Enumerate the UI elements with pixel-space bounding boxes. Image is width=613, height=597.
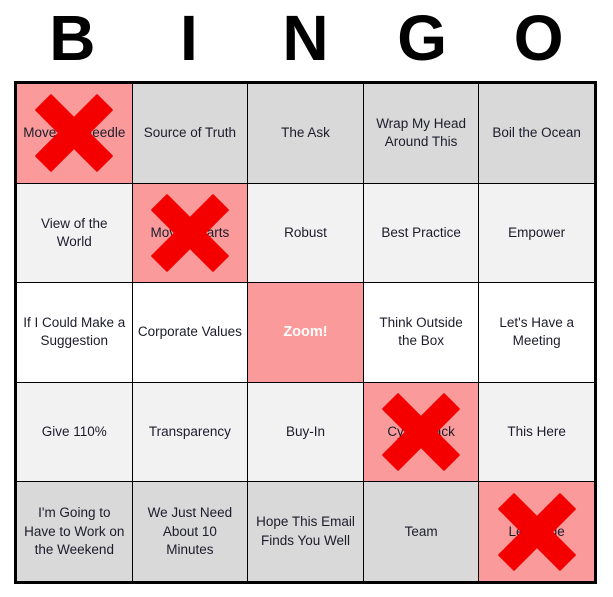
bingo-cell-label: Buy-In [285,423,325,439]
bingo-cell-label: Think Outside the Box [379,315,463,349]
header-letter-g: G [397,1,447,74]
bingo-cell-free-space[interactable]: Zoom! [248,283,364,382]
bingo-cell[interactable]: I'm Going to Have to Work on the Weekend [17,482,133,581]
bingo-cell[interactable]: The Ask [248,84,364,183]
bingo-cell-label: We Just Need About 10 Minutes [147,505,233,557]
bingo-cell[interactable]: Think Outside the Box [363,283,480,382]
bingo-cell-label: Transparency [148,423,231,439]
header-letter-b: B [49,1,96,74]
bingo-cell[interactable]: Robust [248,183,364,283]
bingo-header: B I N G O [14,0,597,81]
bingo-cell[interactable]: Boil the Ocean [479,84,594,183]
bingo-cell-label: Give 110% [41,423,107,439]
bingo-cell[interactable]: Let's Have a Meeting [479,283,594,382]
bingo-row: If I Could Make a Suggestion Corporate Va… [17,283,594,383]
bingo-cell-label: If I Could Make a Suggestion [23,315,126,349]
bingo-cell[interactable]: View of the World [17,183,133,283]
header-letter-i: I [180,1,198,74]
bingo-cell-label: Wrap My Head Around This [376,116,466,150]
bingo-cell[interactable]: Wrap My Head Around This [363,84,480,183]
bingo-cell-label: Leverage [508,523,565,539]
bingo-cell-label: Boil the Ocean [492,125,581,141]
bingo-cell-label: Robust [284,224,327,240]
bingo-card: B I N G O Move the Needle Source of Truth… [0,0,613,597]
bingo-cell[interactable]: We Just Need About 10 Minutes [132,482,249,581]
bingo-cell-label: Let's Have a Meeting [499,315,574,349]
bingo-cell[interactable]: Best Practice [363,183,480,283]
bingo-cell[interactable]: Hope This Email Finds You Well [248,482,364,581]
bingo-cell-label: Hope This Email Finds You Well [256,514,355,548]
bingo-cell-label: Corporate Values [137,324,242,340]
bingo-cell[interactable]: Team [363,482,480,581]
bingo-cell[interactable]: If I Could Make a Suggestion [17,283,133,382]
bingo-cell-label: Cycle Back [387,423,455,439]
bingo-cell-label: Moving Parts [150,224,230,240]
bingo-cell-label: Team [404,523,438,539]
bingo-cell-label: Source of Truth [143,125,237,141]
bingo-cell-label: Empower [508,224,566,240]
bingo-cell[interactable]: Empower [479,183,594,283]
bingo-cell[interactable]: Cycle Back [363,382,480,482]
bingo-cell[interactable]: Moving Parts [132,183,249,283]
bingo-cell[interactable]: Move the Needle [17,84,133,183]
bingo-cell[interactable]: Buy-In [248,382,364,482]
bingo-cell[interactable]: Corporate Values [132,283,249,382]
bingo-cell-label: The Ask [281,125,330,141]
bingo-cell-label: Best Practice [381,224,461,240]
bingo-cell-label: This Here [507,423,566,439]
bingo-cell[interactable]: Give 110% [17,382,133,482]
header-letter-n: N [282,1,329,74]
bingo-cell-label: Move the Needle [23,125,126,141]
bingo-cell[interactable]: This Here [479,382,594,482]
bingo-cell[interactable]: Transparency [132,382,249,482]
bingo-row: Give 110% Transparency Buy-In Cycle Back Thi… [17,382,594,483]
bingo-row: View of the World Moving Parts Robust Best … [17,183,594,284]
bingo-cell[interactable]: Source of Truth [132,84,249,183]
bingo-cell[interactable]: Leverage [479,482,594,581]
bingo-cell-label: I'm Going to Have to Work on the Weekend [24,505,125,557]
bingo-row: Move the Needle Source of Truth The Ask Wra… [17,84,594,184]
header-letter-o: O [513,1,564,74]
bingo-grid: Move the Needle Source of Truth The Ask Wra… [14,81,597,584]
bingo-cell-label: Zoom! [283,323,328,340]
bingo-cell-label: View of the World [41,215,108,249]
bingo-row: I'm Going to Have to Work on the Weekend… [17,482,594,581]
